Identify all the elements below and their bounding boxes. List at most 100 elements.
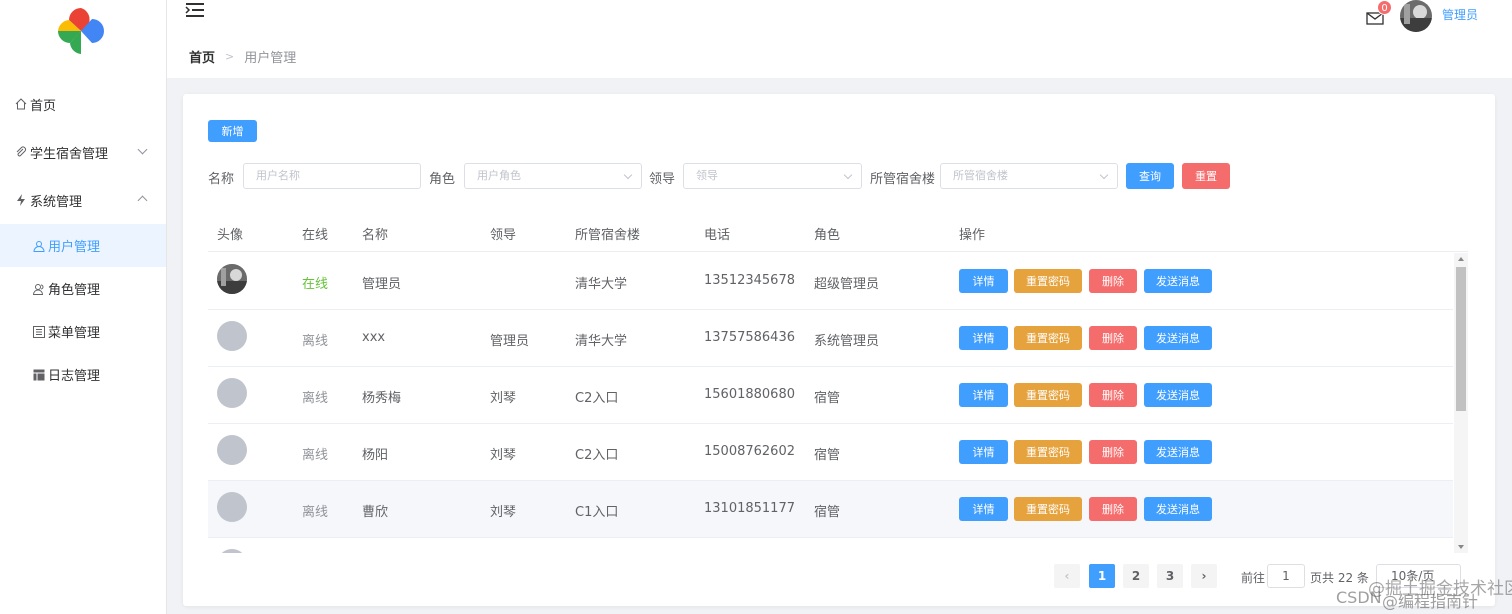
delete-button[interactable]: 删除 [1089, 497, 1137, 521]
sidebar-item-label: 菜单管理 [48, 326, 101, 341]
breadcrumb-home[interactable]: 首页 [189, 47, 215, 66]
column-header: 名称 [362, 228, 389, 243]
column-header: 电话 [704, 228, 731, 243]
list-icon [32, 325, 46, 339]
page-number[interactable]: 2 [1123, 564, 1149, 588]
detail-button[interactable]: 详情 [959, 326, 1008, 350]
user-management-card: 新增 名称 用户名称 角色 用户角色 领导 领导 所管宿舍楼 所管宿舍楼 查询 … [183, 94, 1495, 606]
name-filter-input[interactable]: 用户名称 [243, 163, 421, 189]
chevron-down-icon [843, 170, 853, 180]
building-filter-label: 所管宿舍楼 [870, 172, 936, 187]
page-number[interactable]: 1 [1089, 564, 1115, 588]
goto-page-input[interactable]: 1 [1267, 564, 1305, 588]
column-header: 头像 [217, 228, 244, 243]
user-icon [32, 239, 46, 253]
cell-role: 宿管 [814, 391, 841, 406]
cell-role: 宿管 [814, 448, 841, 463]
cell-name: 管理员 [362, 277, 402, 292]
sidebar-item-role-management[interactable]: 角色管理 [0, 267, 166, 310]
chevron-up-icon [137, 195, 148, 206]
detail-button[interactable]: 详情 [959, 269, 1008, 293]
next-page-icon[interactable]: › [1191, 564, 1217, 588]
send-message-button[interactable]: 发送消息 [1144, 269, 1212, 293]
sidebar-item-home[interactable]: 首页 [0, 80, 166, 128]
reset-password-button[interactable]: 重置密码 [1014, 326, 1082, 350]
collapse-menu-icon[interactable] [185, 2, 205, 18]
total-count: 页共 22 条 [1310, 571, 1369, 585]
cell-role: 系统管理员 [814, 334, 880, 349]
avatar [217, 378, 247, 408]
role-filter-label: 角色 [429, 172, 456, 187]
breadcrumb-current: 用户管理 [244, 51, 297, 66]
cell-role: 宿管 [814, 505, 841, 520]
cell-leader: 刘琴 [490, 448, 517, 463]
add-button[interactable]: 新增 [208, 120, 257, 142]
table-row: 离线 杨阳 刘琴 C2入口 15008762602 宿管 详情 重置密码 删除 … [208, 424, 1453, 481]
leader-filter-placeholder: 领导 [696, 169, 718, 182]
avatar [217, 435, 247, 465]
reset-password-button[interactable]: 重置密码 [1014, 383, 1082, 407]
sidebar-item-system[interactable]: 系统管理 [0, 176, 166, 224]
detail-button[interactable]: 详情 [959, 440, 1008, 464]
cell-leader: 刘琴 [490, 505, 517, 520]
column-header: 在线 [302, 228, 329, 243]
top-header: 首页 > 用户管理 0 管理员 [167, 0, 1512, 78]
detail-button[interactable]: 详情 [959, 383, 1008, 407]
detail-button[interactable]: 详情 [959, 497, 1008, 521]
breadcrumb: 首页 > 用户管理 [189, 47, 296, 66]
scroll-down-icon[interactable] [1458, 545, 1464, 549]
reset-button[interactable]: 重置 [1182, 163, 1230, 189]
name-filter-label: 名称 [208, 172, 235, 187]
send-message-button[interactable]: 发送消息 [1144, 440, 1212, 464]
page-number[interactable]: 3 [1157, 564, 1183, 588]
table-body: 在线 管理员 清华大学 13512345678 超级管理员 详情 重置密码 删除… [208, 253, 1468, 553]
leader-filter-label: 领导 [649, 172, 676, 187]
chevron-down-icon [623, 170, 633, 180]
cell-phone: 15601880680 [704, 387, 795, 402]
send-message-button[interactable]: 发送消息 [1144, 497, 1212, 521]
table-header: 头像 在线 名称 领导 所管宿舍楼 电话 角色 操作 [208, 212, 1468, 252]
column-header: 角色 [814, 228, 841, 243]
delete-button[interactable]: 删除 [1089, 326, 1137, 350]
reset-password-button[interactable]: 重置密码 [1014, 269, 1082, 293]
sidebar-item-menu-management[interactable]: 菜单管理 [0, 310, 166, 353]
username-dropdown[interactable]: 管理员 [1442, 6, 1478, 23]
table-row [208, 538, 1453, 553]
prev-page-icon[interactable]: ‹ [1054, 564, 1080, 588]
scrollbar-thumb[interactable] [1456, 267, 1466, 411]
leader-filter-select[interactable]: 领导 [683, 163, 862, 189]
cell-role: 超级管理员 [814, 277, 880, 292]
breadcrumb-separator: > [225, 50, 235, 63]
search-button[interactable]: 查询 [1126, 163, 1174, 189]
notification-badge: 0 [1377, 0, 1392, 15]
column-header: 操作 [959, 228, 986, 243]
sidebar-item-dormitory[interactable]: 学生宿舍管理 [0, 128, 166, 176]
role-filter-select[interactable]: 用户角色 [464, 163, 642, 189]
delete-button[interactable]: 删除 [1089, 269, 1137, 293]
delete-button[interactable]: 删除 [1089, 440, 1137, 464]
send-message-button[interactable]: 发送消息 [1144, 383, 1212, 407]
scroll-up-icon[interactable] [1458, 257, 1464, 261]
sidebar-menu: 首页 学生宿舍管理 系统管理 用户管理 角色管理 菜单管理 日志管理 [0, 80, 166, 396]
send-message-button[interactable]: 发送消息 [1144, 326, 1212, 350]
avatar [217, 492, 247, 522]
column-header: 领导 [490, 228, 517, 243]
status-badge: 离线 [302, 391, 329, 406]
cell-phone: 13757586436 [704, 330, 795, 345]
delete-button[interactable]: 删除 [1089, 383, 1137, 407]
reset-password-button[interactable]: 重置密码 [1014, 440, 1082, 464]
building-filter-select[interactable]: 所管宿舍楼 [940, 163, 1118, 189]
sidebar-item-log-management[interactable]: 日志管理 [0, 353, 166, 396]
reset-password-button[interactable]: 重置密码 [1014, 497, 1082, 521]
cell-phone: 13512345678 [704, 273, 795, 288]
table-scrollbar[interactable] [1454, 253, 1468, 553]
sidebar-item-user-management[interactable]: 用户管理 [0, 224, 166, 267]
avatar[interactable] [1400, 0, 1432, 32]
pinwheel-logo [58, 8, 104, 54]
lightning-icon [14, 193, 28, 207]
app-root: 首页 学生宿舍管理 系统管理 用户管理 角色管理 菜单管理 日志管理 首页 > … [0, 0, 1512, 614]
table-row: 在线 管理员 清华大学 13512345678 超级管理员 详情 重置密码 删除… [208, 253, 1453, 310]
filter-bar: 名称 用户名称 角色 用户角色 领导 领导 所管宿舍楼 所管宿舍楼 查询 重置 [208, 163, 1288, 189]
sidebar: 首页 学生宿舍管理 系统管理 用户管理 角色管理 菜单管理 日志管理 [0, 0, 167, 614]
avatar [217, 264, 247, 294]
